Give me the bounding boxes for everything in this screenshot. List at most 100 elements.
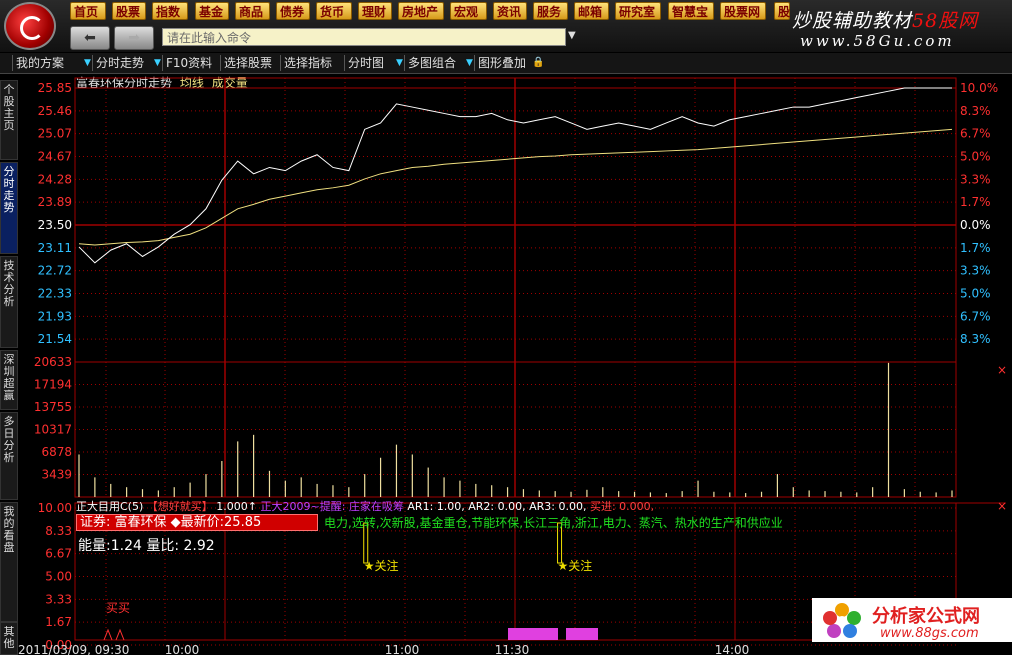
toolbar-separator	[404, 55, 405, 71]
forward-button[interactable]: ➡	[114, 26, 154, 50]
nav-button-3[interactable]: 基金	[195, 2, 229, 20]
price-axis-label: 22.33	[38, 287, 72, 301]
nav-button-11[interactable]: 服务	[533, 2, 568, 20]
lock-icon[interactable]: 🔒	[532, 55, 544, 71]
nav-button-10[interactable]: 资讯	[493, 2, 527, 20]
toolbar-item-0[interactable]: 我的方案	[16, 55, 64, 71]
price-axis-label: 23.11	[38, 241, 72, 255]
toolbar-item-2[interactable]: F10资料	[166, 55, 212, 71]
side-tab-0[interactable]: 个股主页	[0, 80, 18, 160]
flower-logo-icon	[823, 603, 861, 638]
volume-axis-label: 17194	[34, 378, 72, 392]
indicator-axis-label: 5.00	[45, 570, 72, 584]
toolbar-item-3[interactable]: 选择股票	[224, 55, 272, 71]
command-input[interactable]: 请在此输入命令	[162, 28, 566, 46]
nav-button-1[interactable]: 股票	[112, 2, 146, 20]
price-axis-label: 24.28	[38, 172, 72, 186]
volume-axis-label: 13755	[34, 400, 72, 414]
time-axis-label: 11:00	[385, 643, 420, 655]
volume-axis-label: 6878	[41, 445, 72, 459]
pct-axis-label: 6.7%	[960, 309, 991, 323]
nav-button-0[interactable]: 首页	[70, 2, 106, 20]
side-tab-4[interactable]: 多日分析	[0, 412, 18, 500]
indicator-axis-label: 6.67	[45, 547, 72, 561]
toolbar-dropdown-trend-icon[interactable]: ▼	[154, 55, 162, 71]
indicator-axis-label: 10.00	[38, 501, 72, 515]
watermark-title: 分析家公式网	[872, 606, 980, 627]
nav-button-4[interactable]: 商品	[235, 2, 270, 20]
nav-button-7[interactable]: 理财	[358, 2, 392, 20]
price-axis-label: 25.85	[38, 81, 72, 95]
nav-button-12[interactable]: 邮箱	[574, 2, 609, 20]
nav-button-16[interactable]: 股	[774, 2, 790, 20]
indicator-tag: 【想好就买】	[146, 500, 213, 513]
signal-box: 证券: 富春环保 ◆最新价:25.85	[76, 514, 318, 531]
toolbar-separator	[344, 55, 345, 71]
toolbar-item-5[interactable]: 分时图	[348, 55, 384, 71]
indicator-ar: AR1: 1.00, AR2: 0.00, AR3: 0.00,	[407, 500, 587, 513]
pct-axis-label: 6.7%	[960, 127, 991, 141]
side-tab-5[interactable]: 我的看盘	[0, 502, 18, 622]
toolbar-item-7[interactable]: 图形叠加	[478, 55, 526, 71]
side-tab-2[interactable]: 技术分析	[0, 256, 18, 348]
close-icon: ×	[997, 499, 1007, 513]
toolbar-separator	[162, 55, 163, 71]
toolbar: 我的方案 分时走势 F10资料 选择股票 选择指标 分时图 多图组合 图形叠加 ▼ ▼ ▼ ▼ 🔒	[0, 53, 1012, 74]
attention-marker-label: ★关注	[364, 558, 399, 573]
buy-marker-label: 买买	[106, 601, 130, 615]
toolbar-separator	[220, 55, 221, 71]
nav-button-9[interactable]: 宏观	[450, 2, 487, 20]
chart-area[interactable]: 25.85 25.46 25.07 24.67 24.28 23.89 23.50 23.11…	[18, 73, 1012, 655]
toolbar-dropdown-minute-icon[interactable]: ▼	[396, 55, 404, 71]
concept-tags: 电力,选转,次新股,基金重仓,节能环保,长江三角,浙江,电力、蒸汽、热水的生产和…	[324, 516, 783, 530]
toolbar-separator	[12, 55, 13, 71]
nav-button-14[interactable]: 智慧宝	[668, 2, 714, 20]
nav-button-8[interactable]: 房地产	[398, 2, 444, 20]
nav-button-5[interactable]: 债券	[276, 2, 310, 20]
indicator-axis-label: 3.33	[45, 592, 72, 606]
time-axis-label: 10:00	[165, 643, 200, 655]
volume-axis-label: 3439	[41, 468, 72, 482]
price-axis-label: 21.54	[38, 332, 72, 346]
toolbar-item-1[interactable]: 分时走势	[96, 55, 144, 71]
toolbar-dropdown-multi-icon[interactable]: ▼	[466, 55, 474, 71]
back-button[interactable]: ⬅	[70, 26, 110, 50]
indicator-axis-label: 8.33	[45, 524, 72, 538]
pct-axis-label: 5.0%	[960, 150, 991, 164]
nav-button-15[interactable]: 股票网	[720, 2, 766, 20]
price-axis-label: 25.46	[38, 104, 72, 118]
volume-axis-label: 20633	[34, 355, 72, 369]
time-axis-label: 2011/03/09, 09:30	[18, 643, 129, 655]
app-logo[interactable]	[4, 2, 56, 50]
attention-marker-label: ★关注	[558, 558, 593, 573]
nav-button-13[interactable]: 研究室	[615, 2, 661, 20]
signal-block	[566, 628, 598, 640]
watermark-url: www.88gs.com	[880, 626, 979, 641]
buy-marker-icon	[115, 628, 125, 641]
side-tab-6[interactable]: 其他	[0, 622, 18, 655]
side-tab-3[interactable]: 深圳超赢	[0, 350, 18, 410]
price-axis-label: 23.50	[38, 218, 72, 232]
nav-button-6[interactable]: 货币	[316, 2, 352, 20]
nav-button-2[interactable]: 指数	[152, 2, 188, 20]
command-dropdown-icon[interactable]: ▼	[568, 30, 576, 41]
price-axis-label: 24.67	[38, 150, 72, 164]
toolbar-item-6[interactable]: 多图组合	[408, 55, 456, 71]
toolbar-separator	[474, 55, 475, 71]
toolbar-dropdown-scheme-icon[interactable]: ▼	[84, 55, 92, 71]
price-axis-label: 22.72	[38, 264, 72, 278]
indicator-buy: 买进: 0.000,	[589, 500, 655, 513]
toolbar-item-4[interactable]: 选择指标	[284, 55, 332, 71]
side-tab-1[interactable]: 分时走势	[0, 162, 18, 254]
time-axis-label: 14:00	[715, 643, 750, 655]
price-axis-label: 25.07	[38, 127, 72, 141]
pct-axis-label: 8.3%	[960, 332, 991, 346]
brand-url: www.58Gu.com	[800, 32, 955, 50]
price-axis-label: 23.89	[38, 195, 72, 209]
pct-axis-label: 1.7%	[960, 241, 991, 255]
pct-axis-label: 0.0%	[960, 218, 991, 232]
pct-axis-label: 1.7%	[960, 195, 991, 209]
pct-axis-label: 10.0%	[960, 81, 998, 95]
indicator-info: 正大目用C(5) 【想好就买】 1.000↑ 正大2009~提醒: 庄家在吸筹 …	[76, 498, 654, 514]
pct-axis-label: 3.3%	[960, 172, 991, 186]
